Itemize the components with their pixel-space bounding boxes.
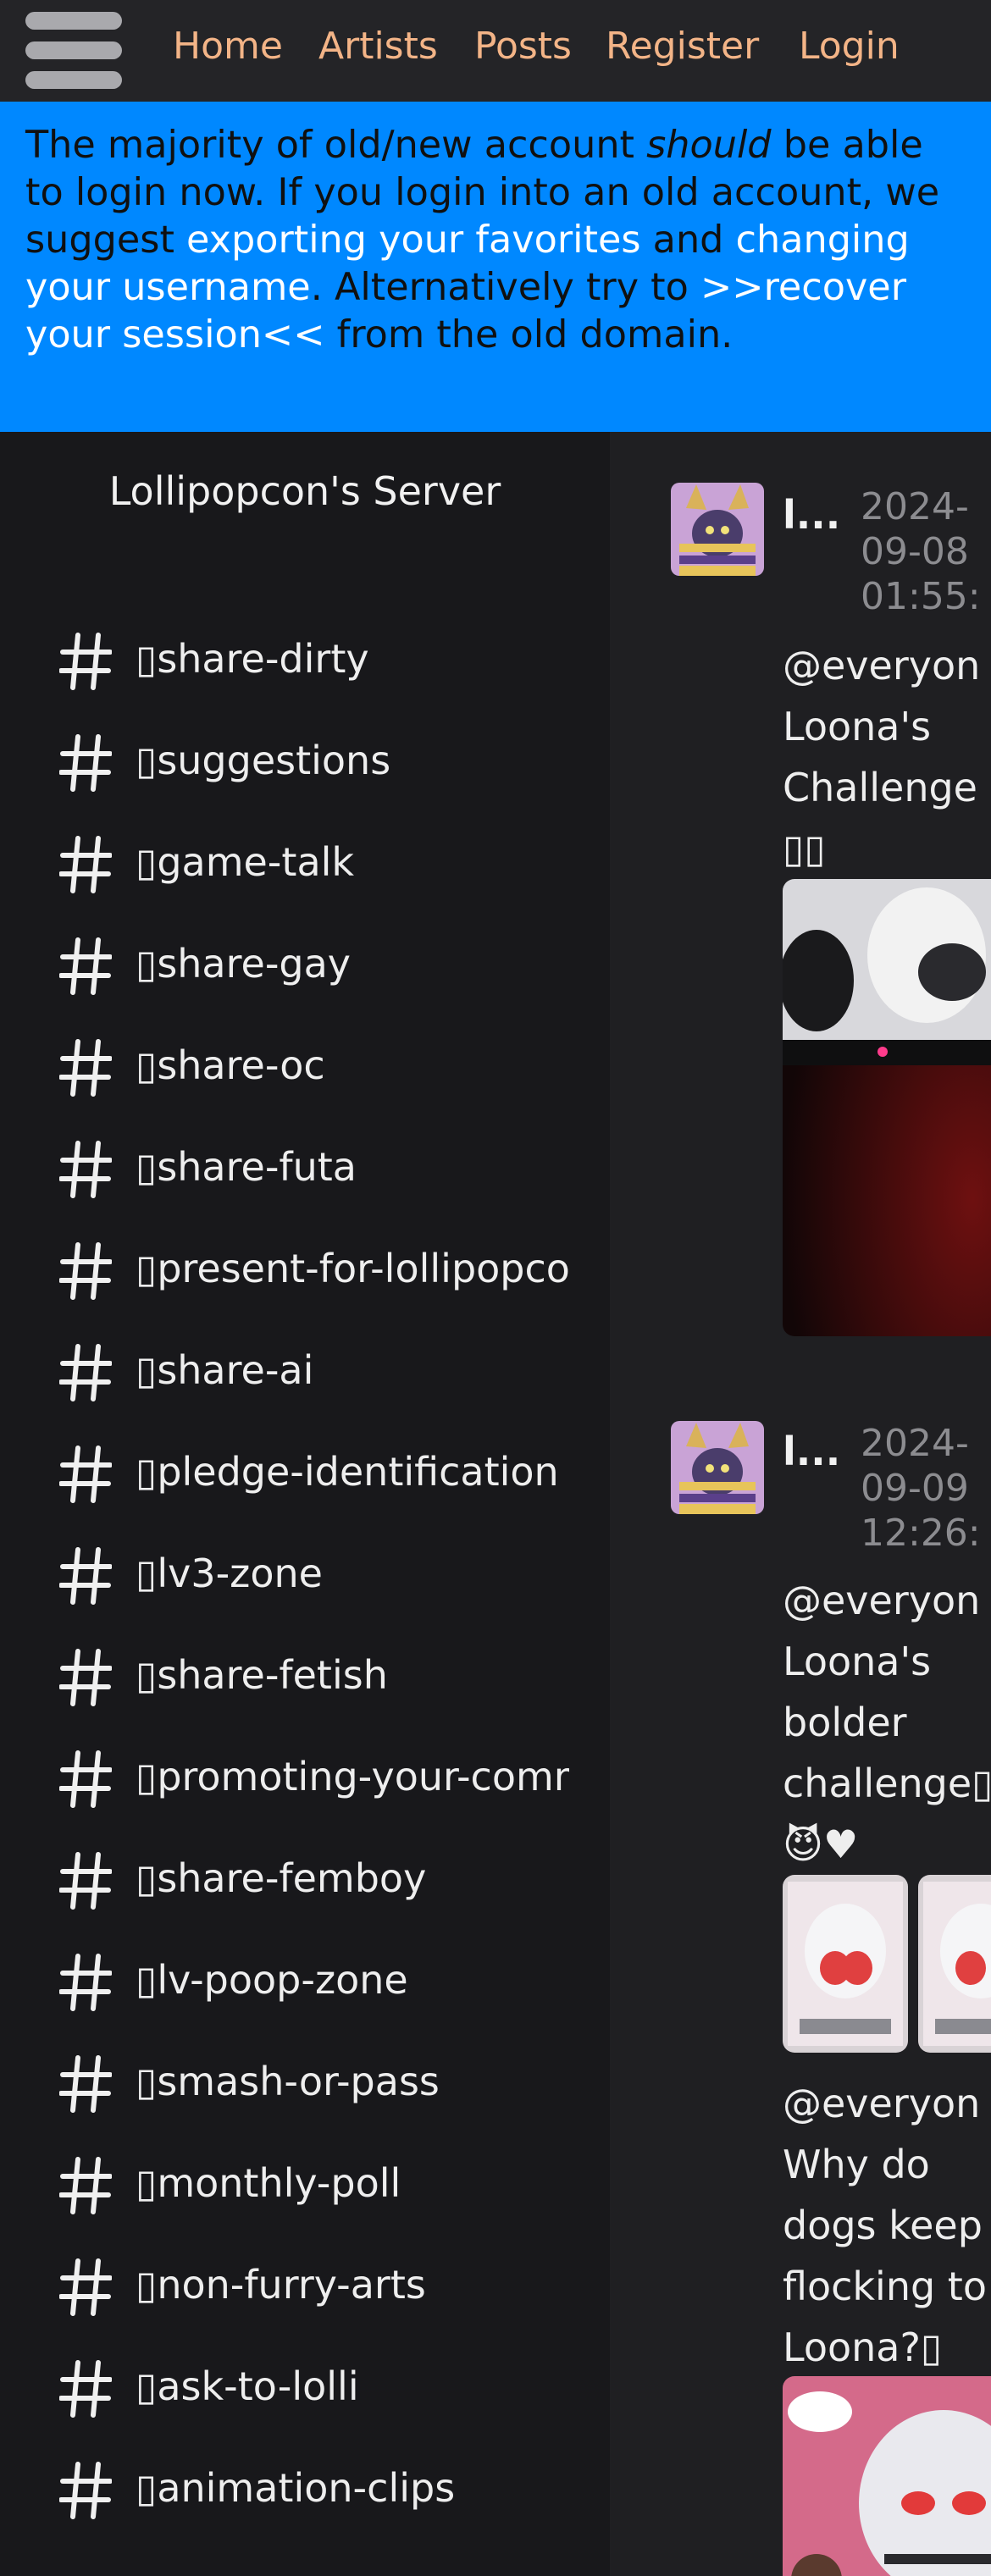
hash-icon <box>59 2258 112 2316</box>
banner-emphasis: should <box>646 124 772 167</box>
post-image-attachment[interactable] <box>783 2376 991 2576</box>
channel-label: ▯game-talk <box>136 839 355 885</box>
channel-item[interactable]: ▯share-ai <box>59 1323 610 1407</box>
channel-label: ▯pledge-identification <box>136 1449 559 1495</box>
post-image-attachment[interactable] <box>918 1875 991 2053</box>
channel-label: ▯ask-to-lolli <box>136 2363 359 2409</box>
nav-posts-link[interactable]: Posts <box>474 21 572 72</box>
channel-item[interactable]: ▯lv3-zone <box>59 1526 610 1611</box>
hash-icon <box>59 836 112 893</box>
channel-label: ▯share-fetish <box>136 1652 388 1698</box>
hash-icon <box>59 1547 112 1605</box>
post-author[interactable]: l... <box>783 491 840 539</box>
post-timestamp: 2024- 09-08 01:55: <box>861 485 981 618</box>
banner-text: The majority of old/new account <box>25 124 647 167</box>
channel-item[interactable]: ▯present-for-lollipopcon <box>59 1221 610 1306</box>
hash-icon <box>59 2157 112 2214</box>
post-image-attachment[interactable] <box>783 1875 908 2053</box>
channel-item[interactable]: ▯share-gay <box>59 916 610 1001</box>
post-message: @everyon Loona's bolder challenge▯ 😈♥ <box>783 1578 991 1867</box>
channel-label: ▯share-futa <box>136 1144 357 1190</box>
hash-icon <box>59 1344 112 1401</box>
channel-item[interactable]: ▯non-furry-arts <box>59 2237 610 2322</box>
channel-label: ▯non-furry-arts <box>136 2262 426 2308</box>
author-avatar[interactable] <box>671 483 764 576</box>
post-author[interactable]: l... <box>783 1428 840 1475</box>
hash-icon <box>59 2462 112 2519</box>
channel-label: ▯suggestions <box>136 738 391 783</box>
hash-icon <box>59 1649 112 1706</box>
channel-item[interactable]: ▯smash-or-pass <box>59 2034 610 2119</box>
hash-icon <box>59 1852 112 1910</box>
hash-icon <box>59 2055 112 2113</box>
channel-label: ▯share-femboy <box>136 1855 427 1901</box>
post-timestamp: 2024- 09-09 12:26: <box>861 1422 981 1555</box>
hash-icon <box>59 1750 112 1808</box>
server-name: Lollipopcon's Server <box>108 468 501 514</box>
top-nav: Home Artists Posts Register Login <box>0 0 991 102</box>
channel-item[interactable]: ▯share-dirty <box>59 611 610 696</box>
channel-item[interactable]: ▯share-fetish <box>59 1628 610 1712</box>
channel-item[interactable]: ▯pledge-identification <box>59 1424 610 1509</box>
channel-item[interactable]: ▯suggestions <box>59 713 610 798</box>
channel-label: ▯lv-poop-zone <box>136 1957 408 2003</box>
hash-icon <box>59 1039 112 1097</box>
channel-item[interactable]: ▯monthly-poll <box>59 2136 610 2220</box>
channel-item[interactable]: ▯lv-poop-zone <box>59 1932 610 2017</box>
hash-icon <box>59 2360 112 2418</box>
channel-label: ▯animation-clips <box>136 2465 456 2511</box>
post-message: @everyon Why do dogs keep flocking to Lo… <box>783 2081 987 2370</box>
hash-icon <box>59 633 112 690</box>
channel-item[interactable]: ▯share-futa <box>59 1119 610 1204</box>
channel-item[interactable]: ▯share-femboy <box>59 1831 610 1915</box>
nav-login-link[interactable]: Login <box>799 21 900 72</box>
post-message: @everyon Loona's Challenge ▯▯ <box>783 643 981 871</box>
nav-home-link[interactable]: Home <box>173 21 283 72</box>
channel-label: ▯smash-or-pass <box>136 2059 440 2104</box>
hash-icon <box>59 1242 112 1300</box>
channel-label: ▯share-ai <box>136 1347 314 1393</box>
hash-icon <box>59 937 112 995</box>
channel-item[interactable]: ▯promoting-your-commissions <box>59 1729 610 1814</box>
post-image-attachment[interactable] <box>783 879 991 1336</box>
channel-item[interactable]: ▯ask-to-lolli <box>59 2339 610 2424</box>
announcement-banner: The majority of old/new account should b… <box>0 102 991 432</box>
hash-icon <box>59 1141 112 1198</box>
channel-sidebar: Lollipopcon's Server ▯share-dirty ▯sugges… <box>0 432 610 2576</box>
channel-label: ▯share-dirty <box>136 636 369 682</box>
channel-label: ▯share-gay <box>136 941 352 987</box>
hash-icon <box>59 734 112 792</box>
channel-item[interactable]: ▯share-oc <box>59 1018 610 1103</box>
export-favorites-link[interactable]: exporting your favorites <box>186 218 640 262</box>
nav-register-link[interactable]: Register <box>606 21 759 72</box>
channel-item[interactable]: ▯game-talk <box>59 815 610 899</box>
channel-label: ▯share-oc <box>136 1042 325 1088</box>
nav-artists-link[interactable]: Artists <box>318 21 438 72</box>
hash-icon <box>59 1446 112 1503</box>
channel-label: ▯promoting-your-commissions <box>136 1754 569 1799</box>
message-feed: l... 2024- 09-08 01:55: @everyon Loona's… <box>610 432 991 2576</box>
author-avatar[interactable] <box>671 1421 764 1514</box>
banner-text: . Alternatively try to <box>310 266 701 309</box>
banner-text: and <box>640 218 736 262</box>
channel-label: ▯present-for-lollipopcon <box>136 1246 569 1291</box>
channel-item[interactable]: ▯animation-clips <box>59 2441 610 2525</box>
hash-icon <box>59 1954 112 2011</box>
banner-text: from the old domain. <box>324 313 734 357</box>
hamburger-icon[interactable] <box>25 12 122 90</box>
channel-label: ▯monthly-poll <box>136 2160 401 2206</box>
channel-label: ▯lv3-zone <box>136 1551 323 1596</box>
